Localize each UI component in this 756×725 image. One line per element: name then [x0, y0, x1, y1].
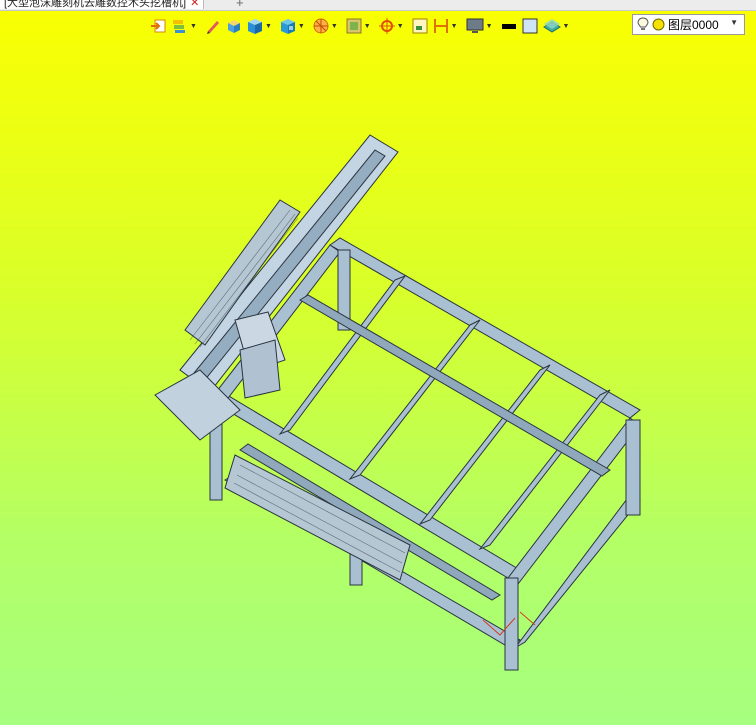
- cnc-router-model: [154, 134, 641, 671]
